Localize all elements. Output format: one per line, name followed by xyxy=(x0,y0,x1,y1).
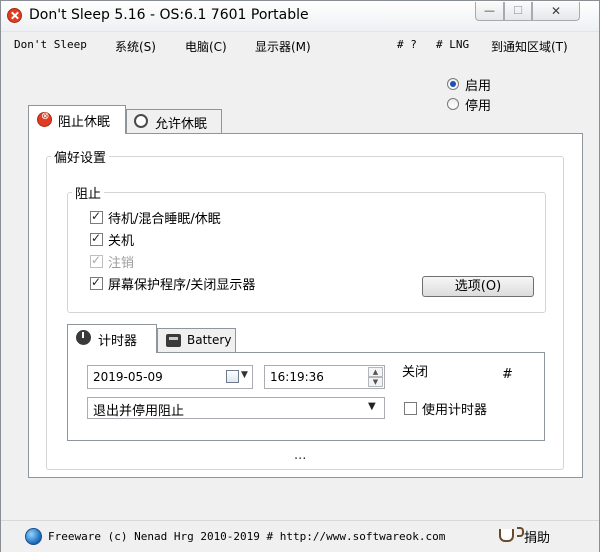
block-group-title: 阻止 xyxy=(72,183,105,202)
menu-display[interactable]: 显示器(M) xyxy=(255,38,311,55)
action-select[interactable]: 退出并停用阻止 ▼ xyxy=(87,397,385,419)
clock-icon xyxy=(76,330,91,345)
menu-language[interactable]: # LNG xyxy=(436,38,469,51)
tab-battery-label: Battery xyxy=(187,333,232,347)
disable-label[interactable]: 停用 xyxy=(465,95,491,114)
maximize-button[interactable]: ☐ xyxy=(504,2,532,21)
tab-allow-label: 允许休眠 xyxy=(155,117,208,132)
menu-tray[interactable]: 到通知区域(T) xyxy=(491,38,568,55)
tab-prevent-sleep[interactable]: ⊗ 阻止休眠 xyxy=(28,105,126,134)
window-title: Don't Sleep 5.16 - OS:6.1 7601 Portable xyxy=(29,7,309,23)
action-label: 关闭 xyxy=(402,365,429,380)
logoff-checkbox xyxy=(90,253,103,268)
status-bar: Freeware (c) Nenad Hrg 2010-2019 # http:… xyxy=(1,520,599,552)
time-spinner[interactable]: 16:19:36 ▲ ▼ xyxy=(264,365,385,389)
stop-circle-icon xyxy=(7,8,22,23)
standby-label[interactable]: 待机/混合睡眠/休眠 xyxy=(108,208,221,227)
prevent-tab-panel: 偏好设置 阻止 待机/混合睡眠/休眠 关机 注销 屏幕保护程序/关闭显示器 选项… xyxy=(28,133,583,478)
time-value: 16:19:36 xyxy=(270,370,324,384)
menu-app[interactable]: Don't Sleep xyxy=(14,38,87,51)
title-bar[interactable]: Don't Sleep 5.16 - OS:6.1 7601 Portable … xyxy=(1,1,599,32)
app-window: Don't Sleep 5.16 - OS:6.1 7601 Portable … xyxy=(0,0,600,552)
calendar-icon[interactable] xyxy=(226,370,239,383)
minimize-button[interactable]: — xyxy=(475,2,504,21)
use-timer-checkbox[interactable] xyxy=(404,402,417,415)
donate-label[interactable]: 捐助 xyxy=(524,527,550,546)
close-button[interactable]: ✕ xyxy=(532,2,580,21)
tab-timer[interactable]: 计时器 xyxy=(67,324,157,353)
enable-radio[interactable] xyxy=(447,78,459,90)
screensaver-label[interactable]: 屏幕保护程序/关闭显示器 xyxy=(108,274,255,293)
clock-check-icon xyxy=(134,114,148,128)
tab-timer-label: 计时器 xyxy=(98,334,138,349)
minimize-icon: — xyxy=(484,4,495,17)
menu-system[interactable]: 系统(S) xyxy=(115,38,156,55)
caret-down-icon: ▼ xyxy=(368,401,376,412)
tab-prevent-label: 阻止休眠 xyxy=(58,115,111,130)
printer-battery-icon xyxy=(166,334,181,347)
globe-icon[interactable] xyxy=(25,528,42,545)
logoff-label: 注销 xyxy=(108,256,135,271)
timer-hash-button[interactable]: # xyxy=(502,367,513,382)
date-picker[interactable]: 2019-05-09 ▼ xyxy=(87,365,253,389)
menu-help[interactable]: # ? xyxy=(397,38,417,51)
timer-tab-panel: 2019-05-09 ▼ 16:19:36 ▲ ▼ 关闭 # 退出并停用阻止 ▼… xyxy=(67,352,545,441)
caret-down-icon: ▼ xyxy=(241,370,248,380)
use-timer-label[interactable]: 使用计时器 xyxy=(422,399,487,418)
menu-bar: Don't Sleep 系统(S) 电脑(C) 显示器(M) # ? # LNG… xyxy=(1,32,599,58)
spin-up-icon[interactable]: ▲ xyxy=(368,367,383,377)
enable-label[interactable]: 启用 xyxy=(465,75,491,94)
disable-radio[interactable] xyxy=(447,98,459,110)
menu-computer[interactable]: 电脑(C) xyxy=(185,38,227,55)
more-ellipsis[interactable]: ... xyxy=(294,448,306,463)
spin-down-icon[interactable]: ▼ xyxy=(368,377,383,387)
maximize-icon: ☐ xyxy=(513,4,523,17)
preferences-title: 偏好设置 xyxy=(51,147,110,166)
shutdown-checkbox[interactable] xyxy=(90,231,103,246)
stop-circle-icon: ⊗ xyxy=(37,111,52,127)
coffee-cup-icon[interactable] xyxy=(499,529,514,542)
tab-allow-sleep[interactable]: 允许休眠 xyxy=(126,109,222,133)
date-value: 2019-05-09 xyxy=(93,370,163,384)
status-text[interactable]: Freeware (c) Nenad Hrg 2010-2019 # http:… xyxy=(48,530,445,543)
close-icon: ✕ xyxy=(550,4,562,18)
tab-battery[interactable]: Battery xyxy=(157,328,236,353)
shutdown-label[interactable]: 关机 xyxy=(108,230,134,249)
options-button[interactable]: 选项(O) xyxy=(422,276,534,297)
standby-checkbox[interactable] xyxy=(90,209,103,224)
action-select-value: 退出并停用阻止 xyxy=(93,404,185,419)
screensaver-checkbox[interactable] xyxy=(90,275,103,290)
